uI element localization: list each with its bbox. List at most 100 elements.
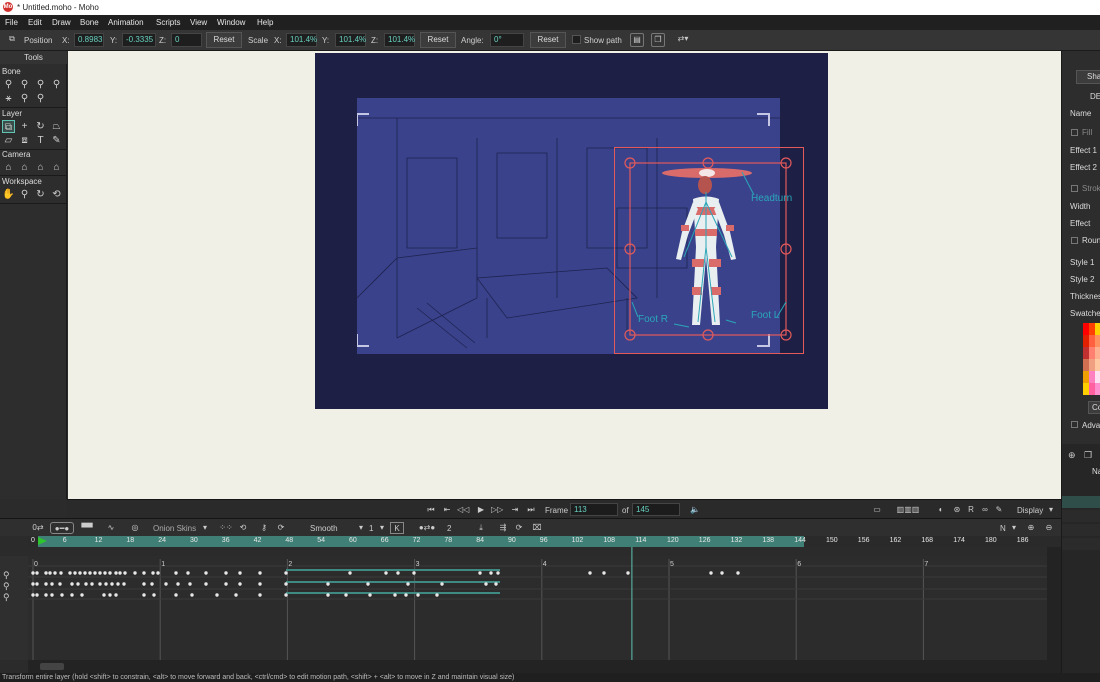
render-options-icon[interactable]: ⊛ [951, 504, 963, 516]
keys-toggle-icon[interactable]: ●━● [50, 522, 74, 534]
keyframe-dot[interactable] [258, 582, 262, 586]
timeline-mode-icon[interactable]: 0⇄ [30, 522, 46, 534]
bind-points-icon[interactable]: ⚲ [34, 92, 47, 105]
keyframe-dot[interactable] [224, 582, 228, 586]
scale-y-field[interactable]: 101.4% [335, 33, 366, 47]
keyframe-dot[interactable] [44, 571, 48, 575]
keyframe-dot[interactable] [104, 582, 108, 586]
keyframe-dot[interactable] [70, 593, 74, 597]
angle-field[interactable]: 0° [490, 33, 524, 47]
keyframe-dot[interactable] [496, 571, 500, 575]
keyframe-dot[interactable] [258, 593, 262, 597]
bone-track-icon[interactable]: ⚲ [3, 581, 10, 592]
keyframe-dot[interactable] [150, 582, 154, 586]
sound-icon[interactable]: 🔈 [689, 504, 701, 516]
pan-tilt-camera-icon[interactable]: ⌂ [50, 161, 63, 174]
keyframe-dot[interactable] [709, 571, 713, 575]
keyframe-dot[interactable] [174, 593, 178, 597]
clear-keys-icon[interactable]: ⌧ [530, 522, 544, 534]
keyframe-dot[interactable] [224, 571, 228, 575]
onion-skins-icon[interactable]: ◎ [128, 522, 142, 534]
keyframe-dot[interactable] [80, 593, 84, 597]
keyframe-dot[interactable] [142, 571, 146, 575]
keyframe-dot[interactable] [31, 571, 35, 575]
keyframe-dot[interactable] [93, 571, 97, 575]
bone-strength-icon[interactable]: ⚹ [2, 92, 15, 105]
keyframe-dot[interactable] [494, 582, 498, 586]
switch-layer-icon[interactable]: ⧈ [18, 134, 31, 147]
keyframe-dot[interactable] [284, 593, 288, 597]
keyframe-dot[interactable] [68, 571, 72, 575]
scale-x-field[interactable]: 101.4% [286, 33, 317, 47]
keyframe-dot[interactable] [35, 582, 39, 586]
keyframe-dot[interactable] [478, 571, 482, 575]
keyframe-dot[interactable] [122, 582, 126, 586]
keyframe-dot[interactable] [326, 593, 330, 597]
layer-row-selected[interactable] [1062, 496, 1100, 508]
next-frame-icon[interactable]: ▷▷ [491, 504, 503, 516]
keyframe-dot[interactable] [164, 582, 168, 586]
timeline-keyframes[interactable]: 0 1 2 3 4 5 6 7 [28, 547, 1047, 660]
keyframe-dot[interactable] [393, 593, 397, 597]
position-x-field[interactable]: 0.8983 [74, 33, 104, 47]
n-dropdown[interactable]: N [1000, 524, 1006, 533]
first-frame-icon[interactable]: ⇤ [441, 504, 453, 516]
eyedropper-icon[interactable]: ✎ [50, 134, 63, 147]
new-layer-icon[interactable]: ⊕ [1068, 450, 1080, 462]
keyframe-dot[interactable] [720, 571, 724, 575]
cycle-icon[interactable]: ⟳ [512, 522, 526, 534]
keyframe-dot[interactable] [156, 571, 160, 575]
shape-tab-button[interactable]: Sha [1076, 70, 1100, 84]
prev-frame-icon[interactable]: ◁◁ [457, 504, 469, 516]
keyframe-dot[interactable] [31, 582, 35, 586]
keyframe-dot[interactable] [118, 571, 122, 575]
bone-track-icon[interactable]: ⚲ [3, 570, 10, 581]
keyframe-dot[interactable] [59, 571, 63, 575]
zoom-out-timeline-icon[interactable]: ⊖ [1042, 522, 1056, 534]
track-camera-icon[interactable]: ⌂ [2, 161, 15, 174]
position-z-field[interactable]: 0 [171, 33, 202, 47]
menu-bone[interactable]: Bone [80, 18, 99, 27]
reset-scale-button[interactable]: Reset [420, 32, 456, 48]
duplicate-layer-icon[interactable]: ❐ [1084, 450, 1096, 462]
keyframe-dot[interactable] [344, 593, 348, 597]
shear-layer-icon[interactable]: ⏢ [50, 120, 63, 133]
keyframe-dot[interactable] [234, 593, 238, 597]
keyframe-dot[interactable] [123, 571, 127, 575]
layout-grid-icon[interactable]: ▥▥▥ [885, 504, 931, 516]
keyframe-dot[interactable] [602, 571, 606, 575]
keyframe-dot[interactable] [116, 582, 120, 586]
keyframe-dot[interactable] [384, 571, 388, 575]
total-frames-field[interactable]: 145 [632, 503, 680, 516]
history-icon[interactable]: ⟳ [274, 522, 288, 534]
keyframe-dot[interactable] [186, 571, 190, 575]
layer-options-icon[interactable]: ▤ [630, 33, 644, 47]
keyframe-dot[interactable] [60, 593, 64, 597]
scroll-thumb[interactable] [40, 663, 64, 670]
keyframe-dot[interactable] [142, 593, 146, 597]
show-path-checkbox[interactable] [572, 35, 581, 44]
record-keys-icon[interactable]: ⇶ [496, 522, 510, 534]
onion-dropdown-icon[interactable]: ▾ [200, 522, 210, 534]
scale-z-field[interactable]: 101.4% [384, 33, 415, 47]
keyframe-dot[interactable] [50, 582, 54, 586]
step-keys-icon[interactable]: ●⇄● [410, 522, 444, 534]
keyframe-dot[interactable] [626, 571, 630, 575]
keyframe-dot[interactable] [108, 593, 112, 597]
keyframe-dot[interactable] [31, 593, 35, 597]
n-dropdown-icon[interactable]: ▾ [1010, 522, 1018, 534]
keyframe-dot[interactable] [366, 582, 370, 586]
interp-number[interactable]: 1 [369, 524, 373, 533]
keyframe-dot[interactable] [151, 571, 155, 575]
rewind-icon[interactable]: ⏮ [425, 504, 437, 516]
menu-file[interactable]: File [5, 18, 18, 27]
menu-draw[interactable]: Draw [52, 18, 71, 27]
keyframe-dot[interactable] [435, 593, 439, 597]
keyframe-dot[interactable] [142, 582, 146, 586]
keyframe-dot[interactable] [326, 582, 330, 586]
keyframe-dot[interactable] [110, 582, 114, 586]
display-dropdown-icon[interactable]: ▾ [1045, 504, 1057, 516]
keyframe-dot[interactable] [176, 582, 180, 586]
bind-layer-icon[interactable]: ⚲ [18, 92, 31, 105]
menu-window[interactable]: Window [217, 18, 245, 27]
